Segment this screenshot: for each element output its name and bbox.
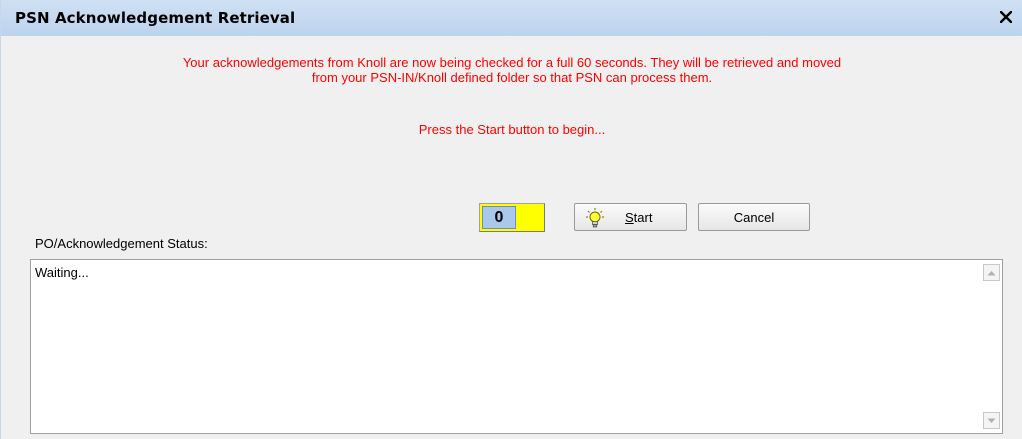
seconds-counter: 0 [479, 203, 545, 232]
chevron-up-icon [987, 270, 996, 275]
status-label: PO/Acknowledgement Status: [35, 236, 208, 251]
vertical-scrollbar[interactable] [981, 260, 1002, 433]
start-button[interactable]: Start [574, 203, 687, 231]
close-icon [1000, 11, 1012, 23]
scroll-down-button[interactable] [983, 412, 1000, 429]
scroll-up-button[interactable] [983, 264, 1000, 281]
dialog-window: PSN Acknowledgement Retrieval Your ackno… [0, 0, 1022, 439]
cancel-button[interactable]: Cancel [698, 203, 810, 231]
lightbulb-icon [586, 208, 604, 228]
start-prompt: Press the Start button to begin... [418, 122, 606, 137]
info-message-line-2: from your PSN-IN/Knoll defined folder so… [311, 70, 713, 85]
start-button-label: Start [625, 210, 653, 225]
window-title: PSN Acknowledgement Retrieval [15, 9, 296, 27]
title-bar[interactable]: PSN Acknowledgement Retrieval [1, 0, 1022, 36]
status-text: Waiting... [35, 265, 89, 280]
chevron-down-icon [987, 418, 996, 423]
info-message: Your acknowledgements from Knoll are now… [1, 55, 1022, 85]
status-textarea[interactable]: Waiting... [30, 259, 1003, 434]
info-message-line-1: Your acknowledgements from Knoll are now… [182, 55, 842, 70]
counter-value: 0 [482, 206, 516, 229]
close-button[interactable] [997, 8, 1015, 26]
